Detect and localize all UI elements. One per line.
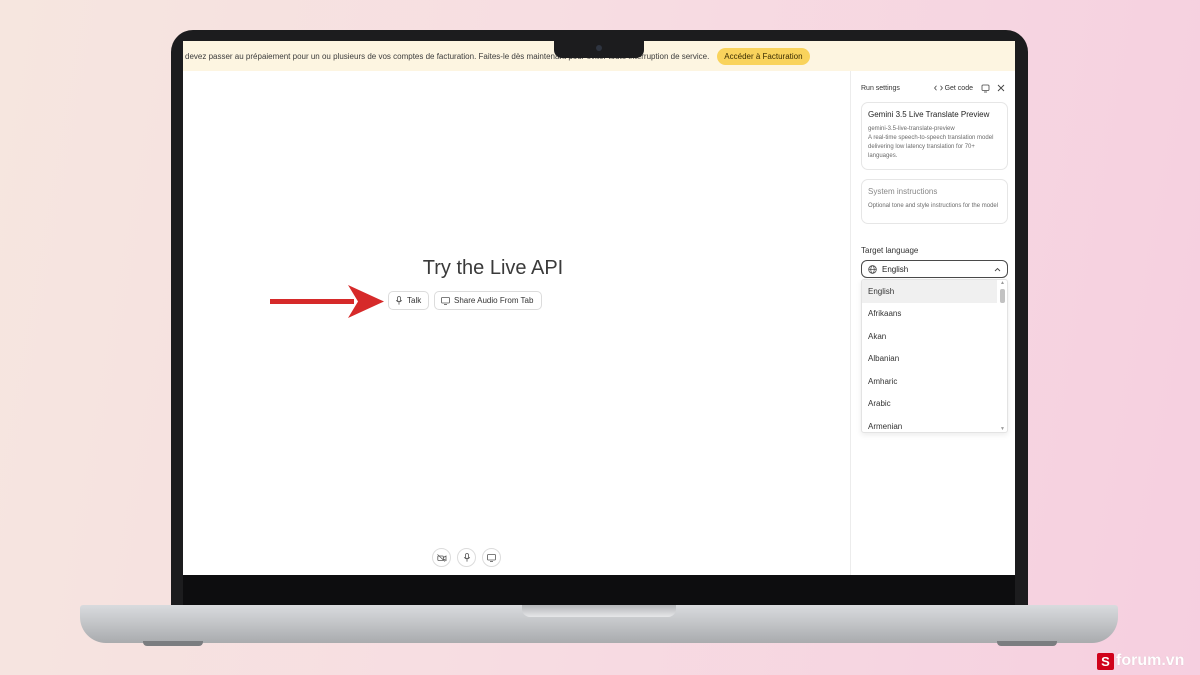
screen-share-button[interactable] — [482, 548, 501, 567]
red-arrow-icon — [270, 285, 384, 318]
watermark-text: forum.vn — [1116, 652, 1185, 669]
main-area: Try the Live API Talk Share Audio From T… — [183, 71, 850, 575]
page-title: Try the Live API — [422, 257, 564, 279]
selected-language: English — [882, 264, 909, 274]
system-instructions-placeholder: Optional tone and style instructions for… — [868, 203, 999, 209]
model-card[interactable]: Gemini 3.5 Live Translate Preview gemini… — [861, 102, 1008, 170]
model-name: Gemini 3.5 Live Translate Preview — [868, 110, 990, 119]
mic-button[interactable] — [457, 548, 476, 567]
target-language-select[interactable]: English — [861, 260, 1008, 278]
system-instructions-title: System instructions — [868, 187, 938, 196]
globe-icon — [868, 264, 877, 274]
watermark-logo: S — [1097, 652, 1114, 670]
video-off-icon — [436, 553, 446, 562]
language-dropdown: English Afrikaans Akan Albanian Amharic … — [861, 279, 1008, 433]
camera-icon — [596, 45, 602, 51]
laptop-foot-left — [143, 641, 203, 646]
panel-header: Run settings Get code — [861, 82, 1005, 94]
laptop-opening-lip — [522, 605, 676, 617]
close-icon[interactable] — [997, 84, 1005, 92]
bottom-controls — [432, 548, 501, 567]
talk-button[interactable]: Talk — [388, 291, 429, 310]
system-instructions-field[interactable]: System instructions Optional tone and st… — [861, 179, 1008, 224]
language-option[interactable]: Afrikaans — [862, 303, 1007, 326]
run-settings-title: Run settings — [861, 84, 900, 92]
run-settings-panel: Run settings Get code Gemini 3.5 Live Tr… — [850, 71, 1015, 575]
laptop-foot-right — [997, 641, 1057, 646]
language-option[interactable]: Arabic — [862, 393, 1007, 416]
watermark: S forum.vn — [1097, 652, 1184, 670]
compare-icon[interactable] — [981, 84, 990, 93]
language-option[interactable]: English — [862, 280, 997, 303]
language-option[interactable]: Akan — [862, 325, 1007, 348]
share-audio-label: Share Audio From Tab — [454, 296, 534, 305]
microphone-icon — [463, 553, 470, 562]
billing-button[interactable]: Accéder à Facturation — [717, 47, 810, 65]
talk-label: Talk — [407, 296, 422, 305]
scroll-up-arrow-icon[interactable]: ▲ — [1000, 280, 1005, 286]
laptop-chin — [183, 575, 1015, 605]
chevron-up-icon — [994, 267, 1001, 271]
code-icon — [933, 85, 943, 91]
microphone-icon — [395, 296, 403, 305]
screen-share-icon — [487, 553, 496, 562]
target-language-label: Target language — [861, 246, 919, 255]
language-option[interactable]: Albanian — [862, 348, 1007, 371]
language-option[interactable]: Armenian — [862, 415, 1007, 432]
camera-off-button[interactable] — [432, 548, 451, 567]
model-id: gemini-3.5-live-translate-preview — [868, 126, 955, 132]
language-option[interactable]: Amharic — [862, 370, 1007, 393]
screen-share-icon — [441, 296, 450, 305]
get-code-label: Get code — [944, 84, 973, 92]
share-audio-button[interactable]: Share Audio From Tab — [434, 291, 542, 310]
dropdown-scrollbar[interactable] — [1000, 289, 1005, 303]
scroll-down-arrow-icon[interactable]: ▼ — [1000, 426, 1005, 432]
model-description: A real-time speech-to-speech translation… — [868, 135, 994, 159]
get-code-button[interactable]: Get code — [933, 84, 973, 92]
